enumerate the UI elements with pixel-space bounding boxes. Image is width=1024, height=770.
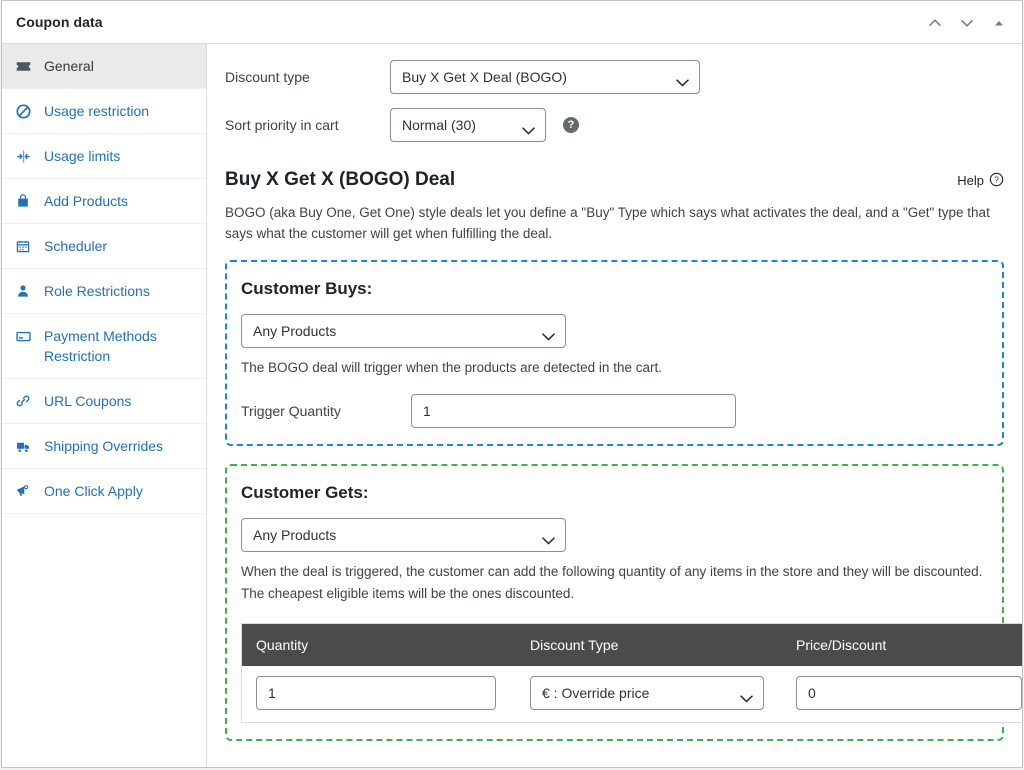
sidebar-item-label: General: [44, 58, 94, 74]
sort-priority-label: Sort priority in cart: [225, 117, 339, 133]
sidebar-item-payment-methods-restriction[interactable]: Payment Methods Restriction: [2, 314, 206, 379]
sidebar-item-one-click-apply[interactable]: One Click Apply: [2, 469, 206, 514]
credit-card-icon: [15, 326, 35, 346]
trigger-quantity-input[interactable]: [411, 394, 736, 428]
sidebar-item-label: Add Products: [44, 193, 129, 209]
sidebar-item-add-products[interactable]: Add Products: [2, 179, 206, 224]
customer-buys-title: Customer Buys:: [241, 279, 373, 298]
coupon-data-panel: Coupon data General Usage restriction Us…: [1, 0, 1023, 768]
table-header-row: Quantity Discount Type Price/Discount: [241, 623, 1022, 666]
discount-type-row: Discount type Buy X Get X Deal (BOGO): [225, 60, 1004, 94]
customer-buys-type-select[interactable]: Any Products: [241, 314, 566, 348]
discount-type-label: Discount type: [225, 69, 310, 85]
truck-icon: [15, 436, 35, 456]
customer-gets-select-wrapper: Any Products: [241, 518, 566, 552]
sort-priority-select[interactable]: Normal (30): [390, 108, 546, 142]
customer-buys-box: Customer Buys: Any Products The BOGO dea…: [225, 260, 1004, 446]
row-price-input[interactable]: [796, 676, 1022, 710]
block-icon: [15, 101, 35, 121]
customer-buys-select-wrapper: Any Products: [241, 314, 566, 348]
cell-price-discount: [782, 666, 1022, 723]
row-discount-type-select[interactable]: € : Override price: [530, 676, 764, 710]
sort-priority-select-wrapper: Normal (30): [390, 108, 546, 142]
sidebar-item-label: Usage restriction: [44, 103, 150, 119]
column-header-price-discount: Price/Discount: [782, 623, 1022, 666]
bogo-title: Buy X Get X (BOGO) Deal: [225, 169, 456, 190]
move-up-button[interactable]: [920, 8, 950, 38]
panel-body: General Usage restriction Usage limits A…: [2, 44, 1022, 767]
customer-gets-title: Customer Gets:: [241, 483, 369, 502]
toggle-panel-button[interactable]: [984, 8, 1014, 38]
sidebar-item-url-coupons[interactable]: URL Coupons: [2, 379, 206, 424]
svg-text:?: ?: [994, 175, 999, 184]
table-header: Quantity Discount Type Price/Discount: [241, 623, 1022, 666]
chevron-down-icon: [959, 15, 975, 31]
bogo-description: BOGO (aka Buy One, Get One) style deals …: [225, 205, 990, 241]
bag-icon: [15, 191, 35, 211]
triangle-up-icon: [992, 16, 1006, 30]
trigger-quantity-row: Trigger Quantity: [241, 394, 988, 428]
question-circle-icon: ?: [989, 172, 1004, 190]
column-header-discount-type: Discount Type: [516, 623, 782, 666]
coupon-data-content: Discount type Buy X Get X Deal (BOGO) So…: [207, 44, 1022, 767]
user-icon: [15, 281, 35, 301]
table-body: € : Override price: [241, 666, 1022, 723]
table-row: € : Override price: [241, 666, 1022, 723]
customer-gets-box: Customer Gets: Any Products When the dea…: [225, 464, 1022, 741]
sidebar-item-usage-limits[interactable]: Usage limits: [2, 134, 206, 179]
question-mark-icon[interactable]: ?: [563, 117, 579, 133]
customer-gets-note: When the deal is triggered, the customer…: [241, 564, 983, 601]
cell-quantity: [241, 666, 516, 723]
move-down-button[interactable]: [952, 8, 982, 38]
ticket-icon: [15, 56, 35, 76]
customer-gets-table: Quantity Discount Type Price/Discount 1 …: [241, 623, 1022, 723]
bogo-section-header: Buy X Get X (BOGO) Deal Help ?: [225, 168, 1004, 192]
help-link-label: Help: [957, 173, 984, 188]
link-icon: [15, 391, 35, 411]
sidebar-item-label: Role Restrictions: [44, 283, 150, 299]
sidebar-item-label: Shipping Overrides: [44, 438, 164, 454]
coupon-data-sidebar: General Usage restriction Usage limits A…: [2, 44, 207, 767]
sidebar-item-label: Payment Methods Restriction: [44, 328, 157, 364]
megaphone-icon: [15, 481, 35, 501]
sidebar-item-label: Scheduler: [44, 238, 108, 254]
panel-header-actions: [920, 1, 1014, 44]
row-quantity-input[interactable]: [256, 676, 496, 710]
help-link[interactable]: Help ?: [957, 172, 1004, 190]
sort-priority-row: Sort priority in cart Normal (30) ?: [225, 108, 1004, 142]
sidebar-item-label: Usage limits: [44, 148, 121, 164]
sidebar-item-role-restrictions[interactable]: Role Restrictions: [2, 269, 206, 314]
row-discount-type-wrapper: € : Override price: [530, 676, 764, 710]
panel-header: Coupon data: [2, 1, 1022, 44]
sidebar-item-label: URL Coupons: [44, 393, 132, 409]
limits-icon: [15, 146, 35, 166]
discount-type-select[interactable]: Buy X Get X Deal (BOGO): [390, 60, 700, 94]
column-header-quantity: Quantity: [241, 623, 516, 666]
sidebar-item-shipping-overrides[interactable]: Shipping Overrides: [2, 424, 206, 469]
page-title: Coupon data: [16, 14, 103, 30]
sidebar-item-usage-restriction[interactable]: Usage restriction: [2, 89, 206, 134]
discount-type-select-wrapper: Buy X Get X Deal (BOGO): [390, 60, 700, 94]
customer-gets-type-select[interactable]: Any Products: [241, 518, 566, 552]
sidebar-item-label: One Click Apply: [44, 483, 143, 499]
customer-buys-note: The BOGO deal will trigger when the prod…: [241, 360, 662, 375]
chevron-up-icon: [927, 15, 943, 31]
cell-discount-type: € : Override price: [516, 666, 782, 723]
sidebar-item-general[interactable]: General: [2, 44, 206, 89]
sidebar-item-scheduler[interactable]: Scheduler: [2, 224, 206, 269]
calendar-icon: [15, 236, 35, 256]
trigger-quantity-label: Trigger Quantity: [241, 403, 341, 419]
